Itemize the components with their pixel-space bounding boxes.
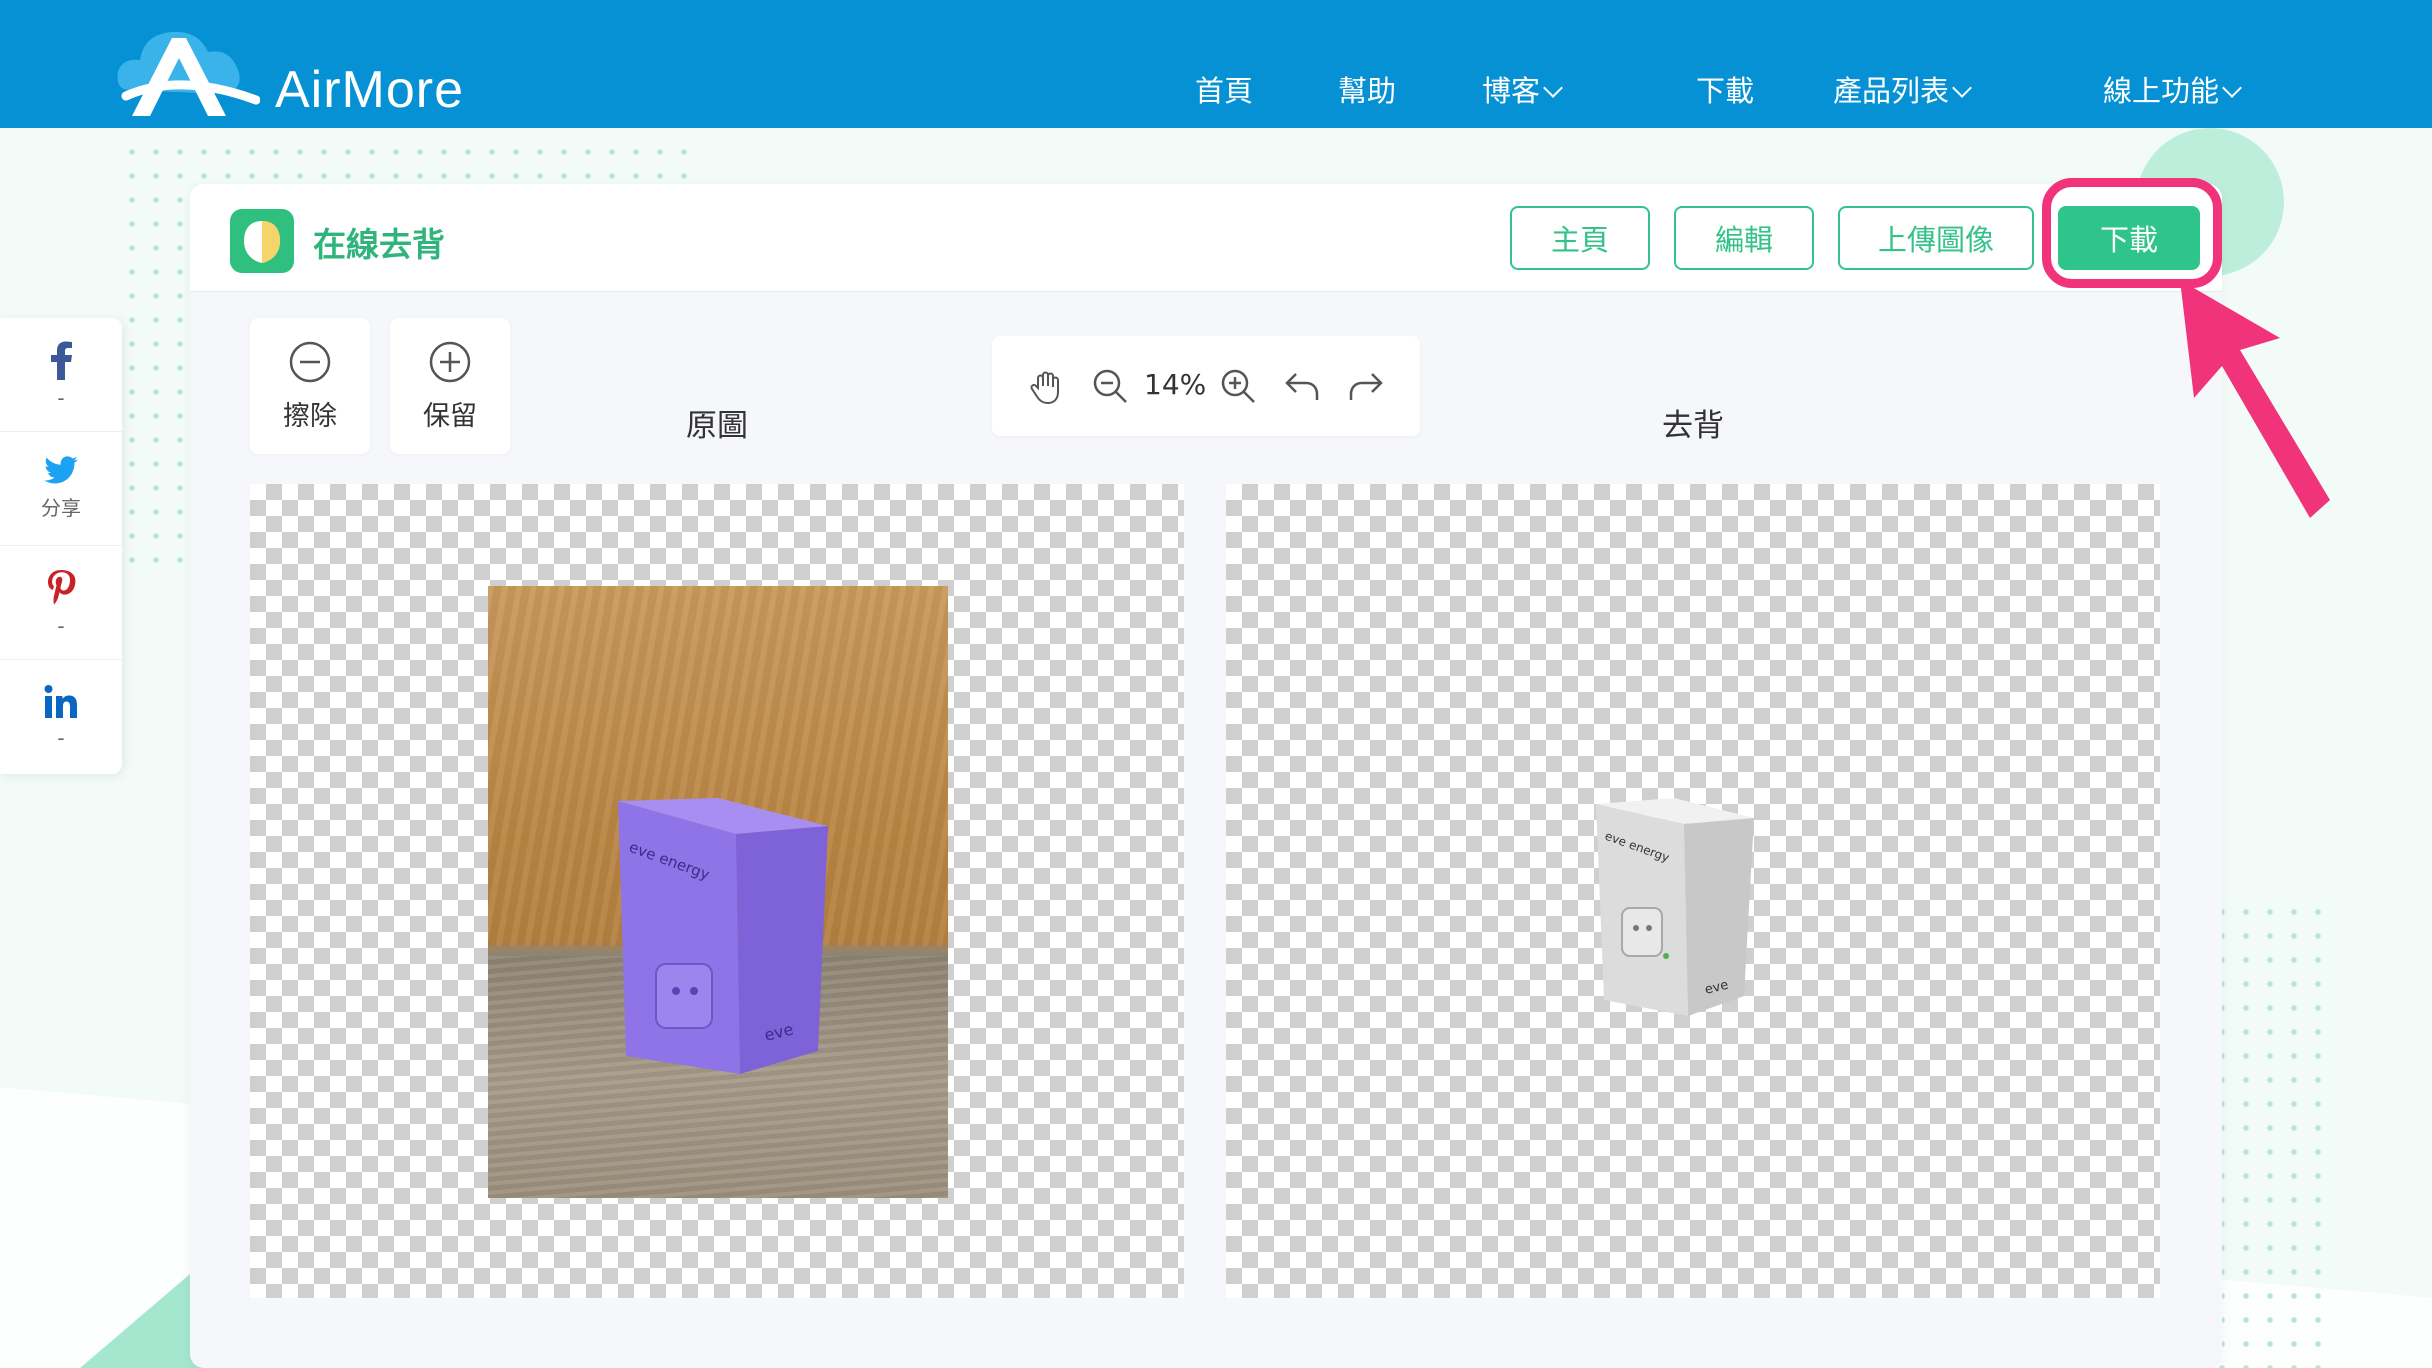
original-image-canvas[interactable]: eve energy eve: [250, 484, 1184, 1298]
nav-products[interactable]: 產品列表: [1833, 68, 1972, 110]
nav-online-tools[interactable]: 線上功能: [2103, 68, 2242, 110]
share-sidebar: - 分享 - -: [0, 318, 122, 774]
chevron-down-icon: [1543, 78, 1563, 98]
share-twitter[interactable]: 分享: [0, 432, 122, 546]
result-image-canvas[interactable]: eve energy eve: [1226, 484, 2160, 1298]
linkedin-count: -: [57, 726, 65, 750]
nav-home[interactable]: 首頁: [1195, 68, 1253, 110]
home-button[interactable]: 主頁: [1510, 206, 1650, 270]
erase-tool-button[interactable]: 擦除: [250, 318, 370, 454]
highlight-annotation: [2042, 178, 2222, 288]
site-header: AirMore 首頁 幫助 博客 下載 產品列表 線上功能: [0, 0, 2432, 128]
keep-label: 保留: [423, 400, 477, 432]
editor-panel: 在線去背 主頁 編輯 上傳圖像 下載 擦除 保留 14% 原圖 去背 eve e…: [190, 184, 2222, 1368]
edit-button[interactable]: 編輯: [1674, 206, 1814, 270]
arrow-annotation-icon: [2180, 280, 2330, 518]
twitter-icon: [44, 456, 78, 484]
result-column-title: 去背: [1662, 408, 1724, 444]
twitter-share-label: 分享: [41, 496, 81, 520]
nav-products-label: 產品列表: [1833, 74, 1950, 108]
brand-name[interactable]: AirMore: [275, 60, 464, 120]
redo-icon[interactable]: [1346, 366, 1386, 406]
facebook-count: -: [57, 385, 65, 410]
nav-help[interactable]: 幫助: [1338, 68, 1396, 110]
facebook-icon: [51, 341, 72, 380]
hand-pan-icon[interactable]: [1026, 366, 1066, 406]
erase-label: 擦除: [283, 400, 337, 432]
zoom-toolbar: 14%: [992, 336, 1420, 436]
zoom-out-icon[interactable]: [1090, 366, 1130, 406]
app-title: 在線去背: [313, 225, 445, 264]
upload-image-button[interactable]: 上傳圖像: [1838, 206, 2034, 270]
nav-online-tools-label: 線上功能: [2103, 74, 2220, 108]
minus-circle-icon: [289, 341, 331, 382]
undo-icon[interactable]: [1282, 366, 1322, 406]
result-product-image: eve energy eve: [1596, 798, 1754, 1016]
share-facebook[interactable]: -: [0, 318, 122, 432]
pinterest-count: -: [57, 613, 65, 638]
original-photo: eve energy eve: [488, 586, 948, 1198]
nav-blog-label: 博客: [1482, 74, 1541, 108]
airmore-logo-icon[interactable]: [110, 20, 260, 120]
nav-download-label: 下載: [1696, 74, 1755, 108]
app-icon: [230, 209, 294, 273]
nav-home-label: 首頁: [1195, 74, 1254, 108]
keep-tool-button[interactable]: 保留: [390, 318, 510, 454]
zoom-level: 14%: [1144, 368, 1207, 401]
chevron-down-icon: [2222, 78, 2242, 98]
shield-icon: [244, 221, 280, 263]
linkedin-icon: [44, 685, 77, 718]
chevron-down-icon: [1952, 78, 1972, 98]
original-column-title: 原圖: [686, 408, 748, 444]
zoom-in-icon[interactable]: [1218, 366, 1258, 406]
editor-toolbar: 在線去背 主頁 編輯 上傳圖像 下載: [190, 184, 2222, 292]
decor-dots: [2210, 900, 2330, 1368]
plus-circle-icon: [429, 341, 471, 382]
share-linkedin[interactable]: -: [0, 660, 122, 774]
nav-blog[interactable]: 博客: [1482, 68, 1563, 110]
share-pinterest[interactable]: -: [0, 546, 122, 660]
nav-download[interactable]: 下載: [1696, 68, 1754, 110]
pinterest-icon: [48, 569, 76, 604]
product-box-image: eve energy eve: [618, 798, 828, 1074]
nav-help-label: 幫助: [1338, 74, 1397, 108]
